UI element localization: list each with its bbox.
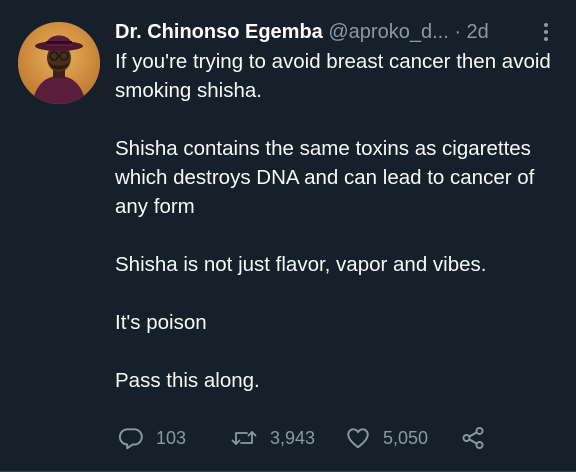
- retweet-icon: [230, 425, 258, 451]
- retweet-count: 3,943: [270, 427, 316, 448]
- reply-button[interactable]: 103: [118, 423, 186, 453]
- share-button[interactable]: [460, 423, 486, 453]
- more-vertical-icon[interactable]: [538, 21, 554, 43]
- tweet[interactable]: Dr. Chinonso Egemba @aproko_d... · 2d If…: [0, 0, 576, 472]
- like-button[interactable]: 5,050: [345, 423, 428, 453]
- tweet-paragraph: Pass this along.: [115, 369, 260, 392]
- author-name[interactable]: Dr. Chinonso Egemba: [115, 21, 323, 43]
- tweet-paragraph: Shisha contains the same toxins as cigar…: [115, 137, 535, 218]
- retweet-button[interactable]: 3,943: [230, 423, 315, 453]
- heart-icon: [345, 425, 371, 451]
- separator-dot: ·: [454, 21, 461, 43]
- author-handle[interactable]: @aproko_d...: [328, 21, 448, 43]
- like-count: 5,050: [383, 427, 429, 448]
- tweet-paragraph: If you're trying to avoid breast cancer …: [115, 50, 551, 102]
- reply-icon: [118, 425, 144, 451]
- tweet-actions: 103 3,943 5,050: [115, 423, 555, 453]
- reply-count: 103: [156, 427, 187, 448]
- avatar[interactable]: [18, 22, 100, 104]
- tweet-header: Dr. Chinonso Egemba @aproko_d... · 2d: [115, 17, 489, 47]
- tweet-paragraph: Shisha is not just flavor, vapor and vib…: [115, 253, 487, 276]
- timestamp[interactable]: 2d: [467, 21, 489, 43]
- tweet-paragraph: It's poison: [115, 311, 207, 334]
- tweet-text: If you're trying to avoid breast cancer …: [115, 47, 555, 424]
- share-icon: [460, 425, 486, 451]
